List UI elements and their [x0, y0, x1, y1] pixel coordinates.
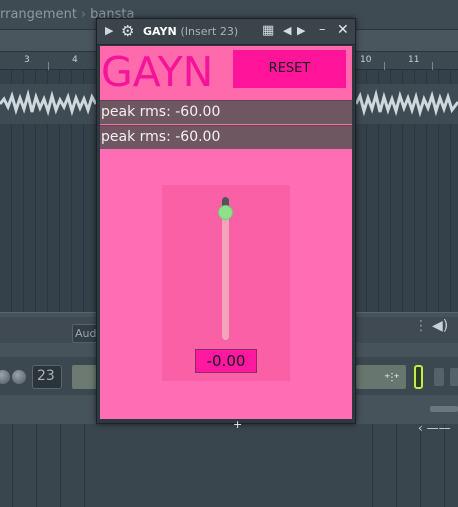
mini-button[interactable]	[434, 368, 444, 386]
breadcrumb-separator-icon: ›	[80, 7, 87, 22]
ruler-tick	[384, 62, 385, 70]
bar-number: 4	[72, 55, 78, 65]
triangle-right-icon[interactable]: ▶	[105, 24, 113, 37]
bar-number: 10	[360, 55, 372, 65]
more-options-icon[interactable]: ⋮	[414, 318, 428, 334]
arrow-left-icon[interactable]: ◀	[283, 24, 291, 37]
bar-number: 3	[24, 55, 30, 65]
mixer-scroll-slider[interactable]	[430, 406, 458, 412]
pan-knob[interactable]	[0, 370, 10, 384]
grid-line	[372, 424, 373, 507]
grid-line	[12, 424, 13, 507]
reset-button[interactable]: RESET	[233, 50, 346, 88]
grid-line	[84, 424, 85, 507]
grid-line	[60, 424, 61, 507]
plugin-title: GAYN (Insert 23)	[143, 25, 238, 38]
arrow-right-icon[interactable]: ▶	[297, 24, 305, 37]
gear-icon[interactable]: ⚙	[121, 22, 134, 40]
mini-button[interactable]	[450, 368, 458, 386]
grid-line	[420, 424, 421, 507]
bar-number: 11	[408, 55, 420, 65]
plus-icon[interactable]: +	[233, 418, 242, 431]
gain-fader-handle[interactable]	[218, 205, 233, 220]
volume-knob[interactable]	[12, 370, 26, 384]
close-icon[interactable]: ✕	[337, 22, 349, 38]
minimize-icon[interactable]: –	[319, 22, 326, 37]
peak-rms-meter-left: peak rms: -60.00	[100, 100, 352, 124]
plugin-title-subtitle: (Insert 23)	[180, 25, 239, 38]
peak-rms-meter-right: peak rms: -60.00	[100, 125, 352, 149]
daw-workspace: rrangement › bansta 3 4 10 11 Aud 23 ⁺⫶⁺…	[0, 0, 458, 507]
grid-line	[36, 424, 37, 507]
breadcrumb-arrangement[interactable]: rrangement	[0, 7, 77, 22]
waveform-icon: ⁺⫶⁺	[384, 371, 400, 385]
ruler-tick	[48, 62, 49, 70]
gain-fader-track[interactable]	[222, 204, 229, 340]
insert-number-field[interactable]: 23	[32, 365, 62, 389]
grid-icon[interactable]: ▦	[262, 23, 274, 38]
enable-led[interactable]	[414, 365, 423, 389]
ruler-tick	[432, 62, 433, 70]
gain-value-field[interactable]: -0.00	[195, 349, 257, 373]
plugin-window: ▶ ⚙ GAYN (Insert 23) ▦ ◀ ▶ – ✕ GAYN RESE…	[96, 18, 356, 431]
plugin-header: GAYN RESET	[100, 46, 352, 100]
grid-line	[444, 424, 445, 507]
playlist-grid-lower[interactable]	[0, 424, 458, 507]
scroll-left-icon[interactable]: ‹ ——	[418, 421, 451, 435]
speaker-icon[interactable]: ◀)	[432, 318, 448, 334]
plugin-logo: GAYN	[101, 48, 214, 96]
gain-fader-panel: -0.00	[162, 185, 290, 381]
plugin-title-name: GAYN	[143, 25, 177, 38]
plugin-body: GAYN RESET peak rms: -60.00 peak rms: -6…	[100, 46, 352, 419]
grid-line	[396, 424, 397, 507]
plugin-titlebar[interactable]: ▶ ⚙ GAYN (Insert 23) ▦ ◀ ▶ – ✕	[97, 19, 355, 45]
